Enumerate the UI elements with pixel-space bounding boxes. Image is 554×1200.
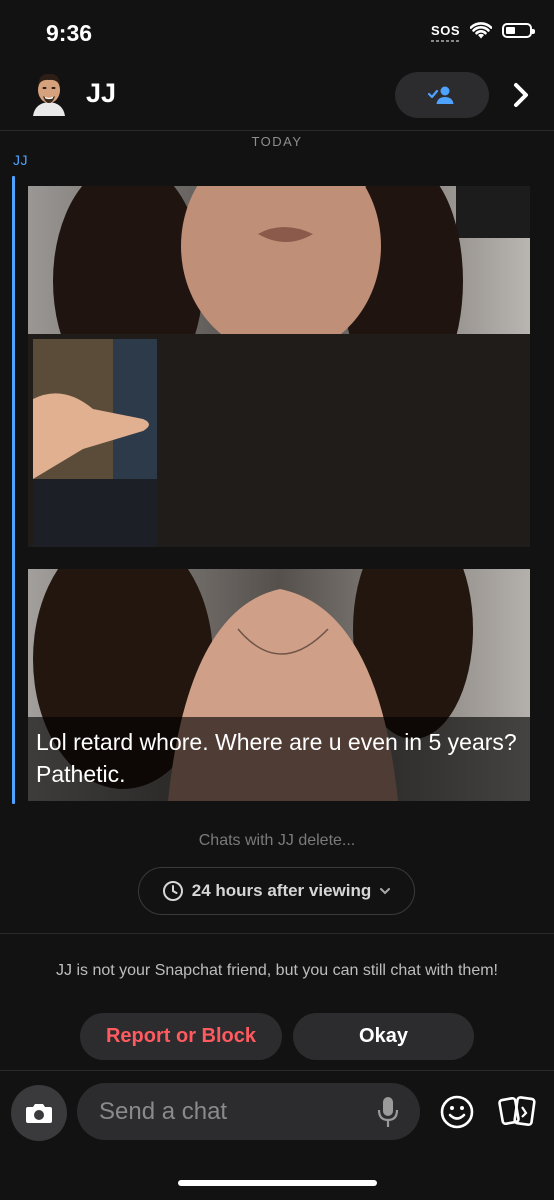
add-friend-icon: [427, 86, 454, 104]
emoji-icon[interactable]: [440, 1095, 474, 1129]
friend-notice: JJ is not your Snapchat friend, but you …: [56, 962, 498, 979]
camera-button[interactable]: [11, 1085, 67, 1141]
status-indicators: SOS: [431, 22, 535, 42]
report-or-block-button[interactable]: Report or Block: [80, 1013, 282, 1060]
okay-button[interactable]: Okay: [293, 1013, 474, 1060]
stickers-cards-icon[interactable]: [498, 1093, 538, 1131]
composer-divider: [0, 1070, 554, 1071]
date-separator: TODAY: [251, 134, 303, 149]
chevron-right-icon[interactable]: [510, 80, 532, 110]
retention-dropdown[interactable]: 24 hours after viewing: [138, 867, 415, 915]
bitmoji-avatar[interactable]: [28, 70, 70, 116]
sender-label: JJ: [13, 152, 28, 168]
battery-icon: [502, 23, 535, 38]
chevron-down-icon: [380, 888, 391, 895]
sender-bar: [12, 176, 15, 804]
camera-icon: [26, 1104, 52, 1123]
status-time: 9:36: [46, 20, 93, 46]
section-divider: [0, 933, 554, 934]
header-divider: [0, 130, 554, 131]
snap-caption: Lol retard whore. Where are u even in 5 …: [36, 729, 517, 787]
chat-input[interactable]: [77, 1083, 420, 1140]
chat-title[interactable]: JJ: [86, 78, 116, 109]
clock-icon: [162, 881, 183, 901]
home-indicator: [178, 1180, 377, 1186]
delete-note: Chats with JJ delete...: [198, 832, 356, 849]
add-friend-button[interactable]: [395, 72, 489, 118]
sos-indicator: SOS: [431, 23, 460, 42]
wifi-icon: [470, 22, 492, 39]
microphone-icon[interactable]: [377, 1095, 399, 1129]
media-thumbnail[interactable]: [33, 339, 157, 547]
retention-setting: 24 hours after viewing: [191, 881, 372, 900]
